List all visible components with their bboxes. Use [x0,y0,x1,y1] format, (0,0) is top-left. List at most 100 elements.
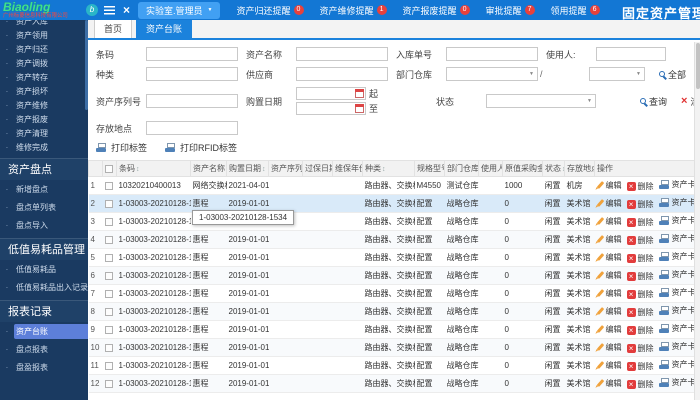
sidebar-item[interactable]: ·低值易耗品 [0,260,88,278]
close-icon[interactable]: × [123,4,130,16]
sidebar-item[interactable]: ·资产损坏 [0,84,88,98]
sidebar-item[interactable]: ·新增盘点 [0,180,88,198]
row-checkbox[interactable] [105,326,113,334]
delete-button[interactable]: 删除 [627,379,654,390]
kind-input[interactable] [146,67,238,81]
edit-button[interactable]: 编辑 [597,288,622,299]
delete-button[interactable]: 删除 [627,289,654,300]
sort-icon[interactable]: ↕ [262,166,266,173]
row-checkbox[interactable] [105,308,113,316]
delete-button[interactable]: 删除 [627,271,654,282]
column-header[interactable]: 规格型号↕ [415,161,445,177]
calendar-icon[interactable] [355,104,364,113]
sort-icon[interactable]: ↕ [382,166,386,173]
asset-name-input[interactable] [296,47,388,61]
select-all-checkbox[interactable] [105,165,113,173]
scrollbar-thumb[interactable] [696,43,700,89]
status-select[interactable] [486,94,596,108]
search-button[interactable]: 查询 [640,95,667,108]
date-from-input[interactable] [296,87,366,100]
edit-button[interactable]: 编辑 [597,342,622,353]
row-checkbox[interactable] [105,380,113,388]
row-checkbox[interactable] [105,272,113,280]
print-rfid-button[interactable]: 打印RFID标签 [165,141,237,154]
sidebar-item[interactable]: ·资产维修 [0,98,88,112]
dept-select[interactable] [446,67,538,81]
edit-button[interactable]: 编辑 [597,378,622,389]
main-scrollbar[interactable] [694,42,700,400]
sidebar-item[interactable]: ·盘点单列表 [0,198,88,216]
delete-button[interactable]: 删除 [627,361,654,372]
column-header[interactable]: 条码↕ [117,161,191,177]
tab-asset-ledger[interactable]: 资产台账 [136,18,192,38]
delete-button[interactable]: 删除 [627,199,654,210]
column-header[interactable]: 状态↕ [543,161,565,177]
tab-home[interactable]: 首页 [94,18,132,38]
sidebar-item[interactable]: ·维修完成 [0,140,88,154]
edit-button[interactable]: 编辑 [597,360,622,371]
row-checkbox[interactable] [105,254,113,262]
sidebar-item[interactable]: ·资产领用 [0,28,88,42]
delete-button[interactable]: 删除 [627,217,654,228]
print-label-button[interactable]: 打印标签 [96,141,147,154]
delete-button[interactable]: 删除 [627,253,654,264]
topbar-nav-item[interactable]: 资产归还提醒0 [236,4,303,17]
edit-button[interactable]: 编辑 [597,198,622,209]
sidebar-item[interactable]: ·低值易耗品出入记录 [0,278,88,296]
column-header[interactable]: 存放地点↕ [565,161,595,177]
edit-button[interactable]: 编辑 [597,324,622,335]
topbar-nav-item[interactable]: 审批提醒7 [486,4,535,17]
column-header[interactable]: 过保日期↕ [303,161,333,177]
row-checkbox[interactable] [105,218,113,226]
topbar-nav-item[interactable]: 资产维修提醒1 [320,4,387,17]
edit-button[interactable]: 编辑 [597,180,622,191]
all-button[interactable]: 全部 [659,68,686,81]
edit-button[interactable]: 编辑 [597,216,622,227]
supplier-input[interactable] [296,67,388,81]
sidebar-item[interactable]: ·资产报废 [0,112,88,126]
logo-badge-icon[interactable] [86,4,98,16]
sidebar-item[interactable]: ·盘点报表 [0,340,88,358]
delete-button[interactable]: 删除 [627,235,654,246]
row-checkbox[interactable] [105,236,113,244]
column-header[interactable]: 原值采购金额↕ [503,161,543,177]
location-input[interactable] [146,121,238,135]
sidebar-item-active[interactable]: ·资产台账 [0,322,88,340]
calendar-icon[interactable] [355,89,364,98]
edit-button[interactable]: 编辑 [597,234,622,245]
edit-button[interactable]: 编辑 [597,252,622,263]
sidebar-item[interactable]: ·盘盈报表 [0,358,88,376]
edit-button[interactable]: 编辑 [597,306,622,317]
column-header[interactable]: 购置日期↕ [227,161,269,177]
delete-button[interactable]: 删除 [627,343,654,354]
column-header[interactable]: 使用人↕ [479,161,503,177]
column-header[interactable]: 资产名称↕ [191,161,227,177]
row-checkbox[interactable] [105,344,113,352]
user-menu-button[interactable]: 实验室.管理员 ▼ [138,2,220,19]
row-checkbox[interactable] [105,362,113,370]
topbar-nav-item[interactable]: 资产报废提醒0 [403,4,470,17]
row-checkbox[interactable] [105,182,113,190]
column-header[interactable]: 维保年份↕ [333,161,363,177]
serial-input[interactable] [146,94,238,108]
delete-button[interactable]: 删除 [627,325,654,336]
barcode-input[interactable] [146,47,238,61]
date-to-input[interactable] [296,102,366,115]
user-input[interactable] [596,47,666,61]
sidebar-item[interactable]: ·资产归还 [0,42,88,56]
hamburger-menu-icon[interactable] [104,6,115,15]
sidebar-item[interactable]: ·资产调拨 [0,56,88,70]
warehouse-select[interactable] [589,67,645,81]
sidebar-item[interactable]: ·资产清理 [0,126,88,140]
sidebar-item[interactable]: ·资产转存 [0,70,88,84]
edit-button[interactable]: 编辑 [597,270,622,281]
row-checkbox[interactable] [105,200,113,208]
sort-icon[interactable]: ↕ [136,166,140,173]
column-header[interactable]: 种类↕ [363,161,415,177]
sidebar-item[interactable]: ·盘点导入 [0,216,88,234]
column-header[interactable]: 部门仓库↕ [445,161,479,177]
topbar-nav-item[interactable]: 领用提醒6 [551,4,600,17]
delete-button[interactable]: 删除 [627,307,654,318]
row-checkbox[interactable] [105,290,113,298]
delete-button[interactable]: 删除 [627,181,654,192]
